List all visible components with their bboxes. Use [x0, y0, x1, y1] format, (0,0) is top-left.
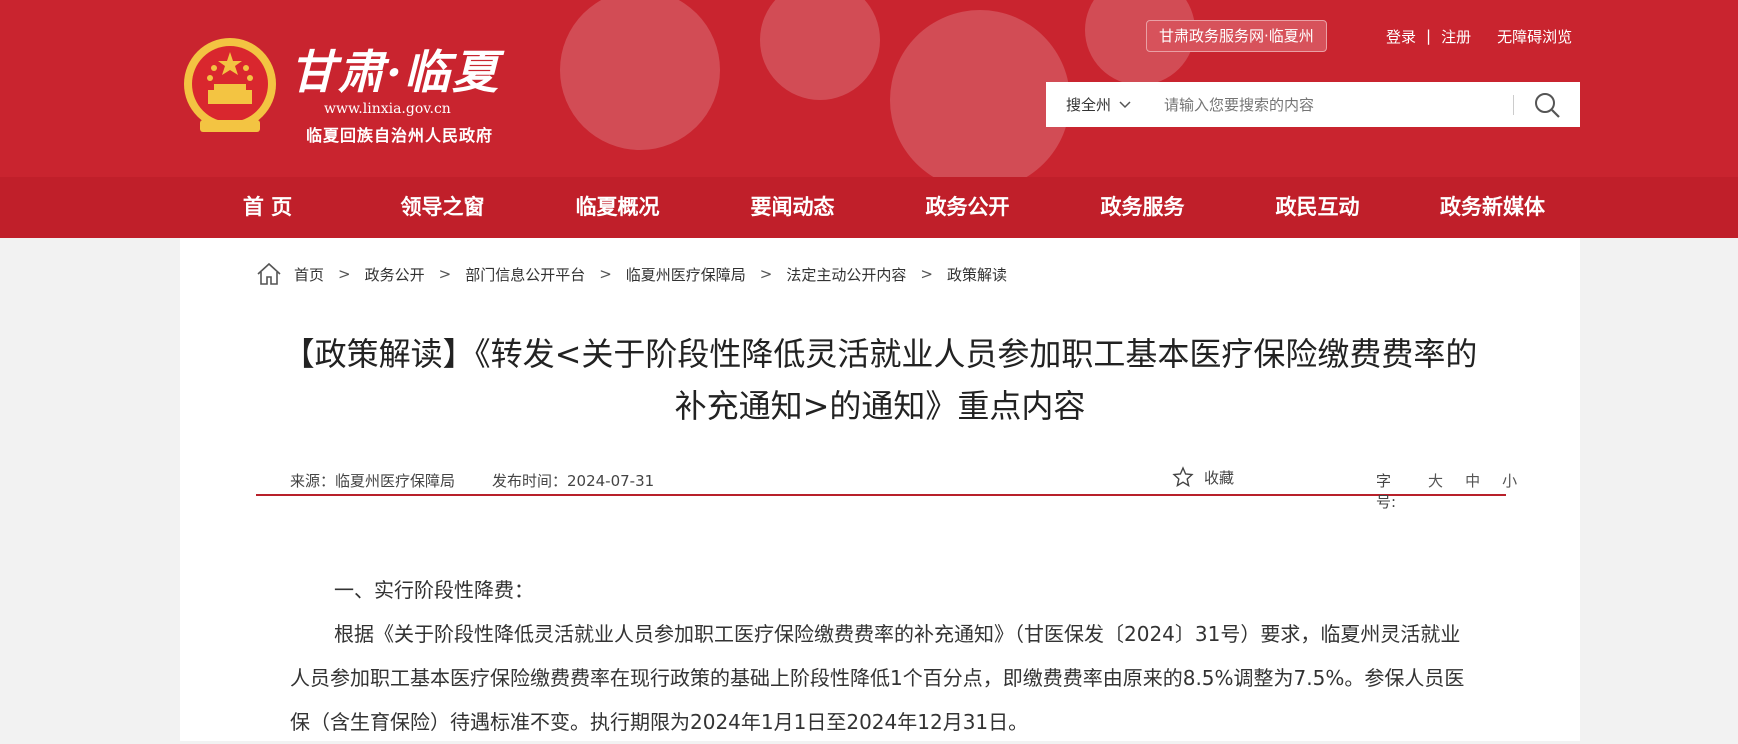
nav-item-disclosure[interactable]: 政务公开	[880, 177, 1055, 238]
national-emblem-icon[interactable]	[180, 34, 280, 140]
breadcrumb-dept-platform[interactable]: 部门信息公开平台	[465, 264, 585, 285]
breadcrumb-policy-interpretation[interactable]: 政策解读	[947, 264, 1007, 285]
search-icon	[1535, 92, 1560, 118]
font-size-medium[interactable]: 中	[1465, 470, 1480, 512]
nav-item-leaders[interactable]: 领导之窗	[355, 177, 530, 238]
article-meta: 来源：临夏州医疗保障局 发布时间：2024-07-31 收藏 字号: 大 中 小	[256, 460, 1517, 511]
search-box: 搜全州	[1046, 82, 1580, 127]
brand-title[interactable]: 甘肃·临夏	[290, 36, 500, 102]
breadcrumb-home[interactable]: 首页	[294, 264, 324, 285]
favorite-button[interactable]: 收藏	[1172, 466, 1234, 488]
register-link[interactable]: 注册	[1441, 26, 1471, 47]
top-links: 登录 | 注册 无障碍浏览	[1386, 24, 1572, 48]
breadcrumb-separator: >	[599, 265, 612, 283]
star-icon	[1172, 466, 1194, 488]
nav-item-interaction[interactable]: 政民互动	[1230, 177, 1405, 238]
font-size-label: 字号:	[1376, 472, 1397, 511]
accessibility-link[interactable]: 无障碍浏览	[1497, 26, 1572, 47]
article-body: 一、实行阶段性降费： 根据《关于阶段性降低灵活就业人员参加职工医疗保险缴费费率的…	[290, 568, 1470, 744]
nav-item-home[interactable]: 首 页	[180, 177, 355, 238]
search-scope-label: 搜全州	[1066, 96, 1112, 114]
font-size-control: 字号: 大 中 小	[1376, 470, 1517, 512]
login-link[interactable]: 登录	[1386, 26, 1416, 47]
brand-subtitle: 临夏回族自治州人民政府	[306, 126, 494, 145]
breadcrumb-medical-bureau[interactable]: 临夏州医疗保障局	[626, 264, 746, 285]
breadcrumb-separator: >	[759, 265, 773, 283]
favorite-label: 收藏	[1204, 468, 1235, 487]
gansu-service-link[interactable]: 甘肃政务服务网·临夏州	[1146, 20, 1327, 52]
article-pubdate: 发布时间：2024-07-31	[492, 472, 655, 490]
font-size-small[interactable]: 小	[1502, 470, 1517, 512]
nav-item-overview[interactable]: 临夏概况	[530, 177, 705, 238]
article-title-line2: 补充通知>的通知》重点内容	[674, 387, 1086, 425]
nav-item-services[interactable]: 政务服务	[1055, 177, 1230, 238]
font-size-large[interactable]: 大	[1428, 470, 1443, 512]
nav-item-new-media[interactable]: 政务新媒体	[1405, 177, 1580, 238]
main-content: 首页 > 政务公开 > 部门信息公开平台 > 临夏州医疗保障局 > 法定主动公开…	[180, 238, 1580, 741]
article-title-line1: 【政策解读】《转发<关于阶段性降低灵活就业人员参加职工基本医疗保险缴费费率的	[282, 335, 1478, 373]
article-paragraph: 根据《关于阶段性降低灵活就业人员参加职工医疗保险缴费费率的补充通知》（甘医保发〔…	[290, 622, 1465, 734]
section-heading: 一、实行阶段性降费：	[334, 578, 534, 602]
search-button[interactable]	[1514, 82, 1580, 127]
article-title: 【政策解读】《转发<关于阶段性降低灵活就业人员参加职工基本医疗保险缴费费率的 补…	[250, 328, 1510, 432]
search-scope-dropdown[interactable]: 搜全州	[1046, 94, 1156, 115]
article-source: 来源：临夏州医疗保障局	[290, 472, 456, 490]
breadcrumb-separator: >	[338, 265, 351, 283]
link-divider: |	[1426, 27, 1432, 45]
main-nav: 首 页 领导之窗 临夏概况 要闻动态 政务公开 政务服务 政民互动 政务新媒体	[0, 177, 1738, 238]
brand-url: www.linxia.gov.cn	[324, 101, 451, 117]
breadcrumb: 首页 > 政务公开 > 部门信息公开平台 > 临夏州医疗保障局 > 法定主动公开…	[256, 262, 1007, 286]
breadcrumb-disclosure[interactable]: 政务公开	[365, 264, 425, 285]
search-input[interactable]	[1156, 89, 1513, 120]
home-icon[interactable]	[256, 262, 282, 286]
breadcrumb-separator: >	[920, 265, 933, 283]
site-header: 甘肃·临夏 www.linxia.gov.cn 临夏回族自治州人民政府 甘肃政务…	[0, 0, 1738, 177]
breadcrumb-statutory[interactable]: 法定主动公开内容	[786, 264, 906, 285]
nav-item-news[interactable]: 要闻动态	[705, 177, 880, 238]
chevron-down-icon	[1119, 100, 1131, 108]
breadcrumb-separator: >	[438, 265, 452, 283]
